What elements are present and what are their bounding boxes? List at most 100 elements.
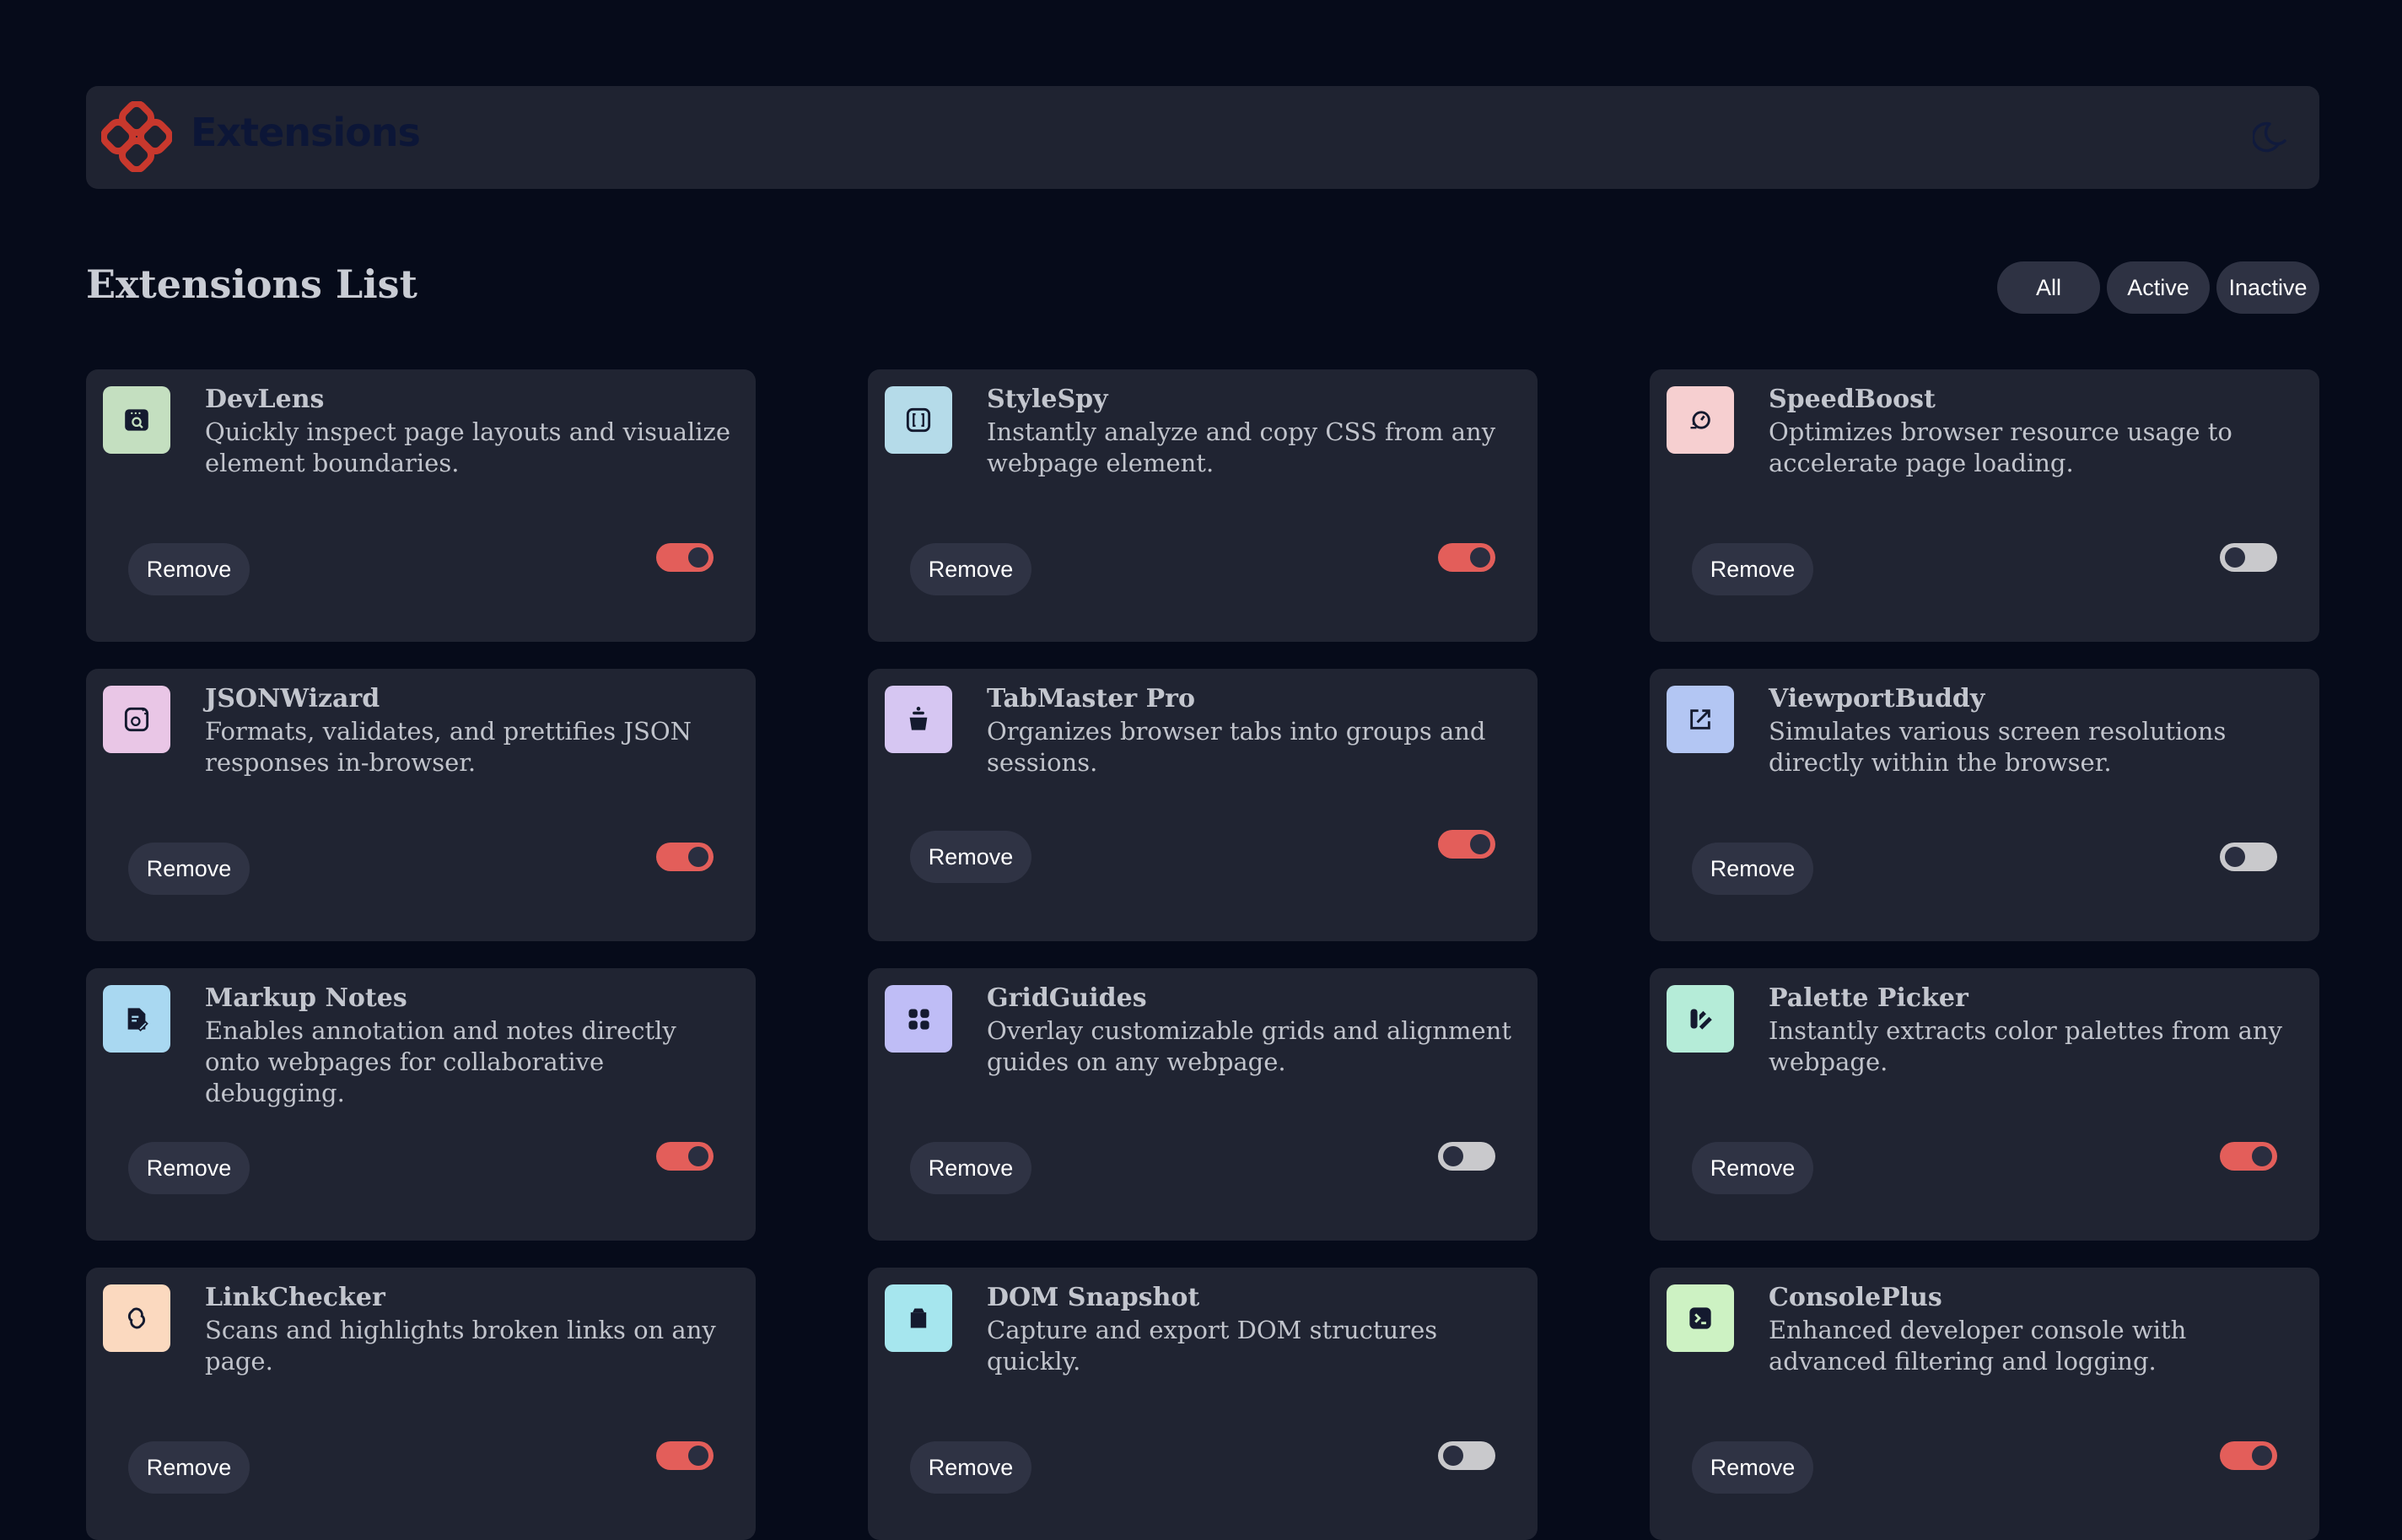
markupnotes-icon [127, 1008, 148, 1032]
active-toggle[interactable] [1438, 830, 1495, 859]
consoleplus-icon [1689, 1307, 1711, 1329]
remove-button[interactable]: Remove [128, 1441, 250, 1494]
brand-title: Extensions [191, 110, 421, 155]
extension-icon-box [103, 386, 170, 454]
toggle-knob [688, 1446, 708, 1466]
toggle-knob [688, 547, 708, 568]
toggle-knob [1470, 547, 1490, 568]
extension-card: JSONWizard Formats, validates, and prett… [86, 669, 756, 941]
jsonwizard-icon [124, 707, 149, 732]
toggle-knob [2225, 547, 2245, 568]
remove-button[interactable]: Remove [910, 831, 1031, 883]
stylespy-icon [906, 407, 931, 433]
extension-name: GridGuides [987, 983, 1147, 1013]
remove-button[interactable]: Remove [910, 543, 1031, 595]
extension-description: Instantly analyze and copy CSS from any … [987, 417, 1496, 477]
theme-toggle-button[interactable] [2249, 115, 2294, 160]
toggle-knob [2225, 847, 2245, 867]
extension-description: Scans and highlights broken links on any… [205, 1316, 716, 1376]
devlens-icon [125, 409, 148, 431]
active-toggle[interactable] [656, 543, 714, 572]
active-toggle[interactable] [2220, 1142, 2277, 1171]
extension-name: Markup Notes [205, 983, 407, 1013]
extension-name: LinkChecker [205, 1283, 385, 1312]
extension-icon-box [103, 1284, 170, 1352]
extension-card: StyleSpy Instantly analyze and copy CSS … [868, 369, 1538, 642]
domsnapshot-icon [910, 1308, 927, 1328]
extension-name: DevLens [205, 385, 325, 414]
remove-button[interactable]: Remove [128, 543, 250, 595]
extension-card: Palette Picker Instantly extracts color … [1650, 968, 2319, 1241]
active-toggle[interactable] [2220, 543, 2277, 572]
moon-icon [2253, 121, 2286, 153]
gridguides-icon [908, 1009, 929, 1030]
remove-button[interactable]: Remove [1692, 1142, 1813, 1194]
extension-description: Enables annotation and notes directly on… [205, 1016, 676, 1107]
extension-description: Capture and export DOM structures quickl… [987, 1316, 1438, 1376]
extension-icon-box [103, 985, 170, 1053]
active-toggle[interactable] [656, 1441, 714, 1470]
remove-button[interactable]: Remove [910, 1441, 1031, 1494]
extension-name: ConsolePlus [1769, 1283, 1942, 1312]
extension-icon-box [1667, 386, 1734, 454]
extension-card: DevLens Quickly inspect page layouts and… [86, 369, 756, 642]
extension-description: Enhanced developer console with advanced… [1769, 1316, 2187, 1376]
active-toggle[interactable] [1438, 1142, 1495, 1171]
remove-button[interactable]: Remove [128, 843, 250, 895]
active-toggle[interactable] [2220, 843, 2277, 871]
filter-inactive-button[interactable]: Inactive [2216, 261, 2319, 314]
extension-description: Simulates various screen resolutions dir… [1769, 717, 2227, 777]
active-toggle[interactable] [656, 843, 714, 871]
remove-button[interactable]: Remove [1692, 1441, 1813, 1494]
extension-icon-box [1667, 985, 1734, 1053]
viewportbuddy-icon [1690, 709, 1710, 730]
toggle-knob [2252, 1146, 2272, 1166]
extension-name: TabMaster Pro [987, 684, 1195, 713]
remove-button[interactable]: Remove [910, 1142, 1031, 1194]
toggle-knob [1443, 1146, 1463, 1166]
extension-icon-box [885, 686, 952, 753]
extension-description: Formats, validates, and prettifies JSON … [205, 717, 692, 777]
extension-name: JSONWizard [205, 684, 380, 713]
extension-icon-box [885, 386, 952, 454]
palettepicker-icon [1690, 1009, 1712, 1030]
extension-name: StyleSpy [987, 385, 1108, 414]
extension-card: Markup Notes Enables annotation and note… [86, 968, 756, 1241]
page-title: Extensions List [86, 261, 417, 307]
filter-all-button[interactable]: All [1997, 261, 2100, 314]
extension-name: DOM Snapshot [987, 1283, 1200, 1312]
toggle-knob [1443, 1446, 1463, 1466]
toggle-knob [688, 847, 708, 867]
extension-description: Overlay customizable grids and alignment… [987, 1016, 1512, 1076]
remove-button[interactable]: Remove [128, 1142, 250, 1194]
logo-icon [101, 101, 172, 172]
extension-icon-box [885, 1284, 952, 1352]
tabmaster-icon [909, 707, 928, 730]
extension-description: Organizes browser tabs into groups and s… [987, 717, 1486, 777]
filter-active-button[interactable]: Active [2107, 261, 2210, 314]
extension-icon-box [103, 686, 170, 753]
extension-card: TabMaster Pro Organizes browser tabs int… [868, 669, 1538, 941]
active-toggle[interactable] [656, 1142, 714, 1171]
toggle-knob [2252, 1446, 2272, 1466]
extensions-grid: DevLens Quickly inspect page layouts and… [86, 369, 2319, 1540]
extension-card: LinkChecker Scans and highlights broken … [86, 1268, 756, 1540]
extension-description: Instantly extracts color palettes from a… [1769, 1016, 2282, 1076]
extension-icon-box [885, 985, 952, 1053]
extension-name: Palette Picker [1769, 983, 1968, 1013]
linkchecker-icon [127, 1307, 146, 1329]
extension-description: Optimizes browser resource usage to acce… [1769, 417, 2232, 477]
extension-card: SpeedBoost Optimizes browser resource us… [1650, 369, 2319, 642]
extension-card: GridGuides Overlay customizable grids an… [868, 968, 1538, 1241]
extension-card: ViewportBuddy Simulates various screen r… [1650, 669, 2319, 941]
extension-card: DOM Snapshot Capture and export DOM stru… [868, 1268, 1538, 1540]
remove-button[interactable]: Remove [1692, 543, 1813, 595]
filter-group: All Active Inactive [1997, 261, 2319, 314]
remove-button[interactable]: Remove [1692, 843, 1813, 895]
toggle-knob [688, 1146, 708, 1166]
extension-description: Quickly inspect page layouts and visuali… [205, 417, 730, 477]
toggle-knob [1470, 834, 1490, 854]
active-toggle[interactable] [1438, 543, 1495, 572]
active-toggle[interactable] [1438, 1441, 1495, 1470]
active-toggle[interactable] [2220, 1441, 2277, 1470]
